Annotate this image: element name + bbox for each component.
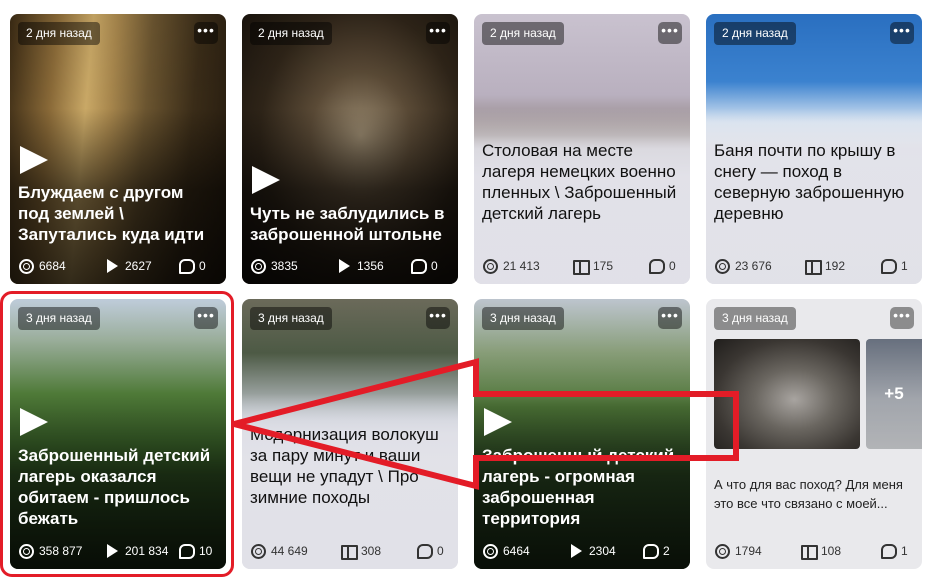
arrow-shape <box>233 358 739 490</box>
annotation-arrow <box>233 358 739 490</box>
